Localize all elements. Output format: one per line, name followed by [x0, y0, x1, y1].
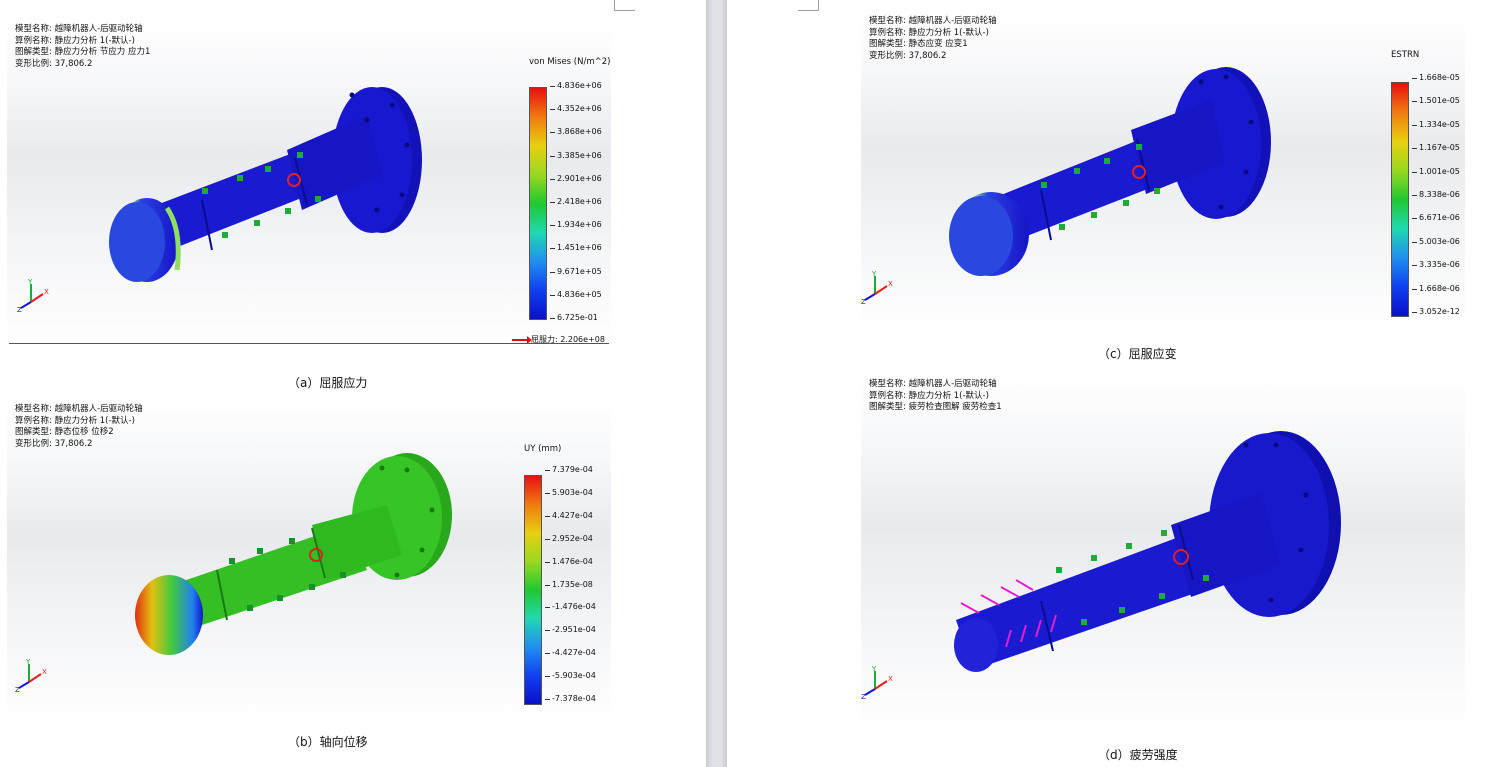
- info-deformation-scale: 变形比例: 37,806.2: [15, 438, 93, 449]
- legend-tick: 2.901e+06: [550, 173, 602, 183]
- figure-caption: （c）屈服应变: [1098, 347, 1177, 361]
- plot-info-block: 模型名称: 越障机器人-后驱动轮轴 算例名称: 静应力分析 1(-默认-) 图解…: [869, 379, 1002, 414]
- legend-title: UY (mm): [524, 444, 562, 454]
- info-study-name: 算例名称: 静应力分析 1(-默认-): [869, 27, 989, 38]
- page-corner-mark: [798, 0, 819, 11]
- fea-panel-stress: 模型名称: 越障机器人-后驱动轮轴 算例名称: 静应力分析 1(-默认-) 图解…: [7, 20, 611, 346]
- triad-y-label: Y: [27, 278, 33, 286]
- coordinate-triad-icon: Y X Z: [17, 278, 49, 314]
- legend-tick: 1.934e+06: [550, 220, 602, 230]
- yield-arrow-icon: [512, 335, 532, 344]
- legend-tick: 1.668e-06: [1412, 283, 1460, 293]
- legend-title: von Mises (N/m^2): [529, 57, 611, 67]
- legend-tick: 2.418e+06: [550, 197, 602, 206]
- legend-tick: 6.671e-06: [1412, 213, 1460, 223]
- legend-tick: 3.868e+06: [550, 127, 602, 137]
- legend-colorbar: [524, 475, 542, 705]
- triad-z-label: Z: [17, 306, 22, 314]
- triad-z-label: Z: [15, 686, 20, 694]
- legend-tick: 1.167e-05: [1412, 143, 1460, 153]
- triad-y-label: Y: [871, 665, 877, 673]
- legend-tick: 7.379e-04: [545, 465, 593, 474]
- info-model-name: 模型名称: 越障机器人-后驱动轮轴: [15, 404, 143, 414]
- legend-tick: 1.476e-04: [545, 556, 593, 566]
- info-plot-type: 图解类型: 静态应变 应变1: [869, 39, 968, 49]
- page-gutter: [706, 0, 727, 767]
- info-deformation-scale: 变形比例: 37,806.2: [15, 58, 93, 69]
- fea-panel-strain: 模型名称: 越障机器人-后驱动轮轴 算例名称: 静应力分析 1(-默认-) 图解…: [861, 12, 1465, 334]
- info-model-name: 模型名称: 越障机器人-后驱动轮轴: [869, 379, 997, 389]
- legend-tick: -2.951e-04: [545, 625, 596, 635]
- info-plot-type: 图解类型: 静应力分析 节应力 应力1: [15, 47, 151, 57]
- plot-info-block: 模型名称: 越障机器人-后驱动轮轴 算例名称: 静应力分析 1(-默认-) 图解…: [15, 404, 143, 450]
- document-page-right: 模型名称: 越障机器人-后驱动轮轴 算例名称: 静应力分析 1(-默认-) 图解…: [727, 0, 1487, 767]
- legend-tick: -7.378e-04: [545, 694, 596, 703]
- triad-z-label: Z: [861, 298, 866, 306]
- legend-tick: 5.003e-06: [1412, 236, 1460, 246]
- info-model-name: 模型名称: 越障机器人-后驱动轮轴: [869, 16, 997, 26]
- legend-tick: 4.352e+06: [550, 104, 602, 114]
- legend-colorbar: [529, 87, 547, 320]
- plot-info-block: 模型名称: 越障机器人-后驱动轮轴 算例名称: 静应力分析 1(-默认-) 图解…: [15, 24, 150, 70]
- coordinate-triad-icon: Y X Z: [861, 270, 893, 306]
- legend-tick: 1.334e-05: [1412, 119, 1460, 129]
- info-study-name: 算例名称: 静应力分析 1(-默认-): [869, 390, 989, 401]
- legend-tick: 3.385e+06: [550, 150, 602, 160]
- coordinate-triad-icon: Y X Z: [861, 665, 893, 701]
- coordinate-triad-icon: Y X Z: [15, 658, 47, 694]
- triad-x-label: X: [44, 288, 49, 296]
- legend-tick: 8.338e-06: [1412, 190, 1460, 199]
- info-study-name: 算例名称: 静应力分析 1(-默认-): [15, 35, 135, 46]
- legend-tick: 4.836e+05: [550, 289, 602, 299]
- legend-tick: -1.476e-04: [545, 602, 596, 612]
- legend-tick: 4.836e+06: [550, 81, 602, 90]
- legend-tick: 3.052e-12: [1412, 307, 1460, 316]
- legend-tick: 4.427e-04: [545, 510, 593, 520]
- legend-tick: 1.001e-05: [1412, 166, 1460, 176]
- triad-x-label: X: [888, 280, 893, 288]
- legend-tick: 5.903e-04: [545, 487, 593, 497]
- legend-title: ESTRN: [1391, 50, 1420, 60]
- legend-tick: 1.668e-05: [1412, 73, 1460, 82]
- figure-caption: （d）疲劳强度: [1098, 748, 1178, 762]
- info-plot-type: 图解类型: 疲劳检查图解 疲劳检查1: [869, 402, 1002, 412]
- fea-panel-displacement: 模型名称: 越障机器人-后驱动轮轴 算例名称: 静应力分析 1(-默认-) 图解…: [7, 400, 611, 722]
- legend-tick: 2.952e-04: [545, 533, 593, 543]
- legend-tick: 1.451e+06: [550, 243, 602, 253]
- page-corner-mark: [614, 0, 635, 11]
- panel-baseline: [9, 343, 609, 344]
- fea-panel-fatigue: 模型名称: 越障机器人-后驱动轮轴 算例名称: 静应力分析 1(-默认-) 图解…: [861, 375, 1465, 733]
- figure-caption: （b）轴向位移: [288, 735, 368, 749]
- triad-z-label: Z: [861, 693, 866, 701]
- info-deformation-scale: 变形比例: 37,806.2: [869, 50, 947, 61]
- figure-caption: （a）屈服应力: [288, 376, 368, 390]
- info-plot-type: 图解类型: 静态位移 位移2: [15, 427, 114, 437]
- legend-colorbar: [1391, 82, 1409, 317]
- legend-tick: 9.671e+05: [550, 266, 602, 276]
- info-model-name: 模型名称: 越障机器人-后驱动轮轴: [15, 24, 143, 34]
- triad-x-label: X: [888, 675, 893, 683]
- legend-tick: 6.725e-01: [550, 313, 598, 322]
- document-page-left: 模型名称: 越障机器人-后驱动轮轴 算例名称: 静应力分析 1(-默认-) 图解…: [0, 0, 706, 767]
- shaft-model-fatigue: [954, 431, 1341, 672]
- legend-tick: 3.335e-06: [1412, 260, 1460, 270]
- triad-x-label: X: [42, 668, 47, 676]
- triad-y-label: Y: [25, 658, 31, 666]
- legend-tick: 1.735e-08: [545, 579, 593, 589]
- legend-tick: -5.903e-04: [545, 671, 596, 681]
- legend-tick: 1.501e-05: [1412, 96, 1460, 106]
- info-study-name: 算例名称: 静应力分析 1(-默认-): [15, 415, 135, 426]
- triad-y-label: Y: [871, 270, 877, 278]
- plot-info-block: 模型名称: 越障机器人-后驱动轮轴 算例名称: 静应力分析 1(-默认-) 图解…: [869, 16, 997, 62]
- legend-tick: -4.427e-04: [545, 648, 596, 658]
